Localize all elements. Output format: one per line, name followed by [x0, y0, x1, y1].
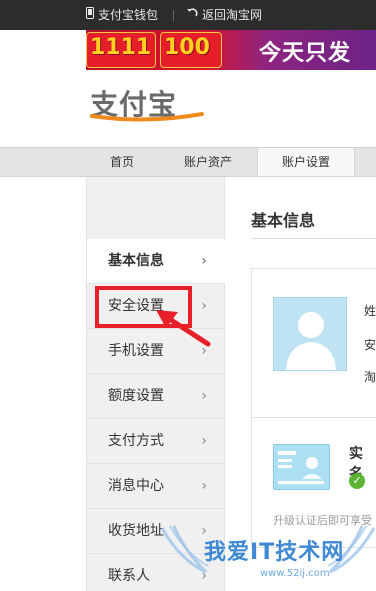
check-icon: ✓	[349, 473, 365, 489]
watermark-text: 我爱IT技术网	[204, 540, 345, 565]
info-label-taobao: 淘	[364, 370, 376, 384]
nav-account-settings[interactable]: 账户设置	[257, 148, 355, 176]
avatar[interactable]	[273, 297, 347, 371]
chevron-right-icon: ›	[201, 478, 207, 494]
sidebar-item-label: 收货地址	[108, 523, 164, 539]
nav-account-assets[interactable]: 账户资产	[176, 148, 240, 176]
phone-icon	[86, 0, 94, 30]
chevron-right-icon: ›	[201, 433, 207, 449]
chevron-right-icon: ›	[201, 253, 207, 269]
wallet-link[interactable]: 支付宝钱包	[86, 0, 158, 30]
sidebar-item-messages[interactable]: 消息中心 ›	[87, 464, 225, 509]
sidebar-item-label: 基本信息	[108, 253, 164, 269]
sidebar-item-payment-methods[interactable]: 支付方式 ›	[87, 419, 225, 464]
info-label-name: 姓	[364, 304, 376, 318]
promo-banner[interactable]: 1111 100 今天只发 ¥	[86, 30, 376, 70]
top-bar: 支付宝钱包 返回淘宝网	[0, 0, 376, 30]
banner-number-right: 100	[164, 35, 210, 60]
banner-number-left: 1111	[90, 35, 152, 60]
title-divider	[251, 238, 376, 239]
annotation-arrow-icon	[156, 310, 211, 347]
sidebar-item-label: 联系人	[108, 568, 150, 584]
user-silhouette-icon	[286, 312, 336, 370]
sidebar-item-label: 额度设置	[108, 388, 164, 404]
nav-home[interactable]: 首页	[96, 148, 148, 176]
back-label: 返回淘宝网	[202, 8, 263, 22]
watermark-url: www.52ij.com	[260, 568, 330, 579]
site-watermark: 我爱IT技术网 www.52ij.com	[160, 520, 376, 591]
page-title: 基本信息	[251, 211, 316, 230]
id-card-icon	[273, 444, 330, 490]
sidebar-item-limits[interactable]: 额度设置 ›	[87, 374, 225, 419]
topbar-divider	[173, 10, 174, 21]
sidebar-item-label: 消息中心	[108, 478, 164, 494]
back-to-taobao-link[interactable]: 返回淘宝网	[186, 0, 262, 30]
main-nav: 首页 账户资产 账户设置	[0, 147, 376, 177]
sidebar-item-basic-info[interactable]: 基本信息 ›	[87, 239, 225, 284]
chevron-right-icon: ›	[201, 388, 207, 404]
return-arrow-icon	[186, 0, 198, 30]
alipay-logo[interactable]: 支付宝	[86, 82, 204, 126]
info-label-security: 安	[364, 338, 376, 352]
wallet-label: 支付宝钱包	[98, 8, 159, 22]
sidebar-item-label: 支付方式	[108, 433, 164, 449]
banner-slogan: 今天只发	[259, 41, 352, 66]
logo-swoosh-icon	[90, 112, 204, 122]
